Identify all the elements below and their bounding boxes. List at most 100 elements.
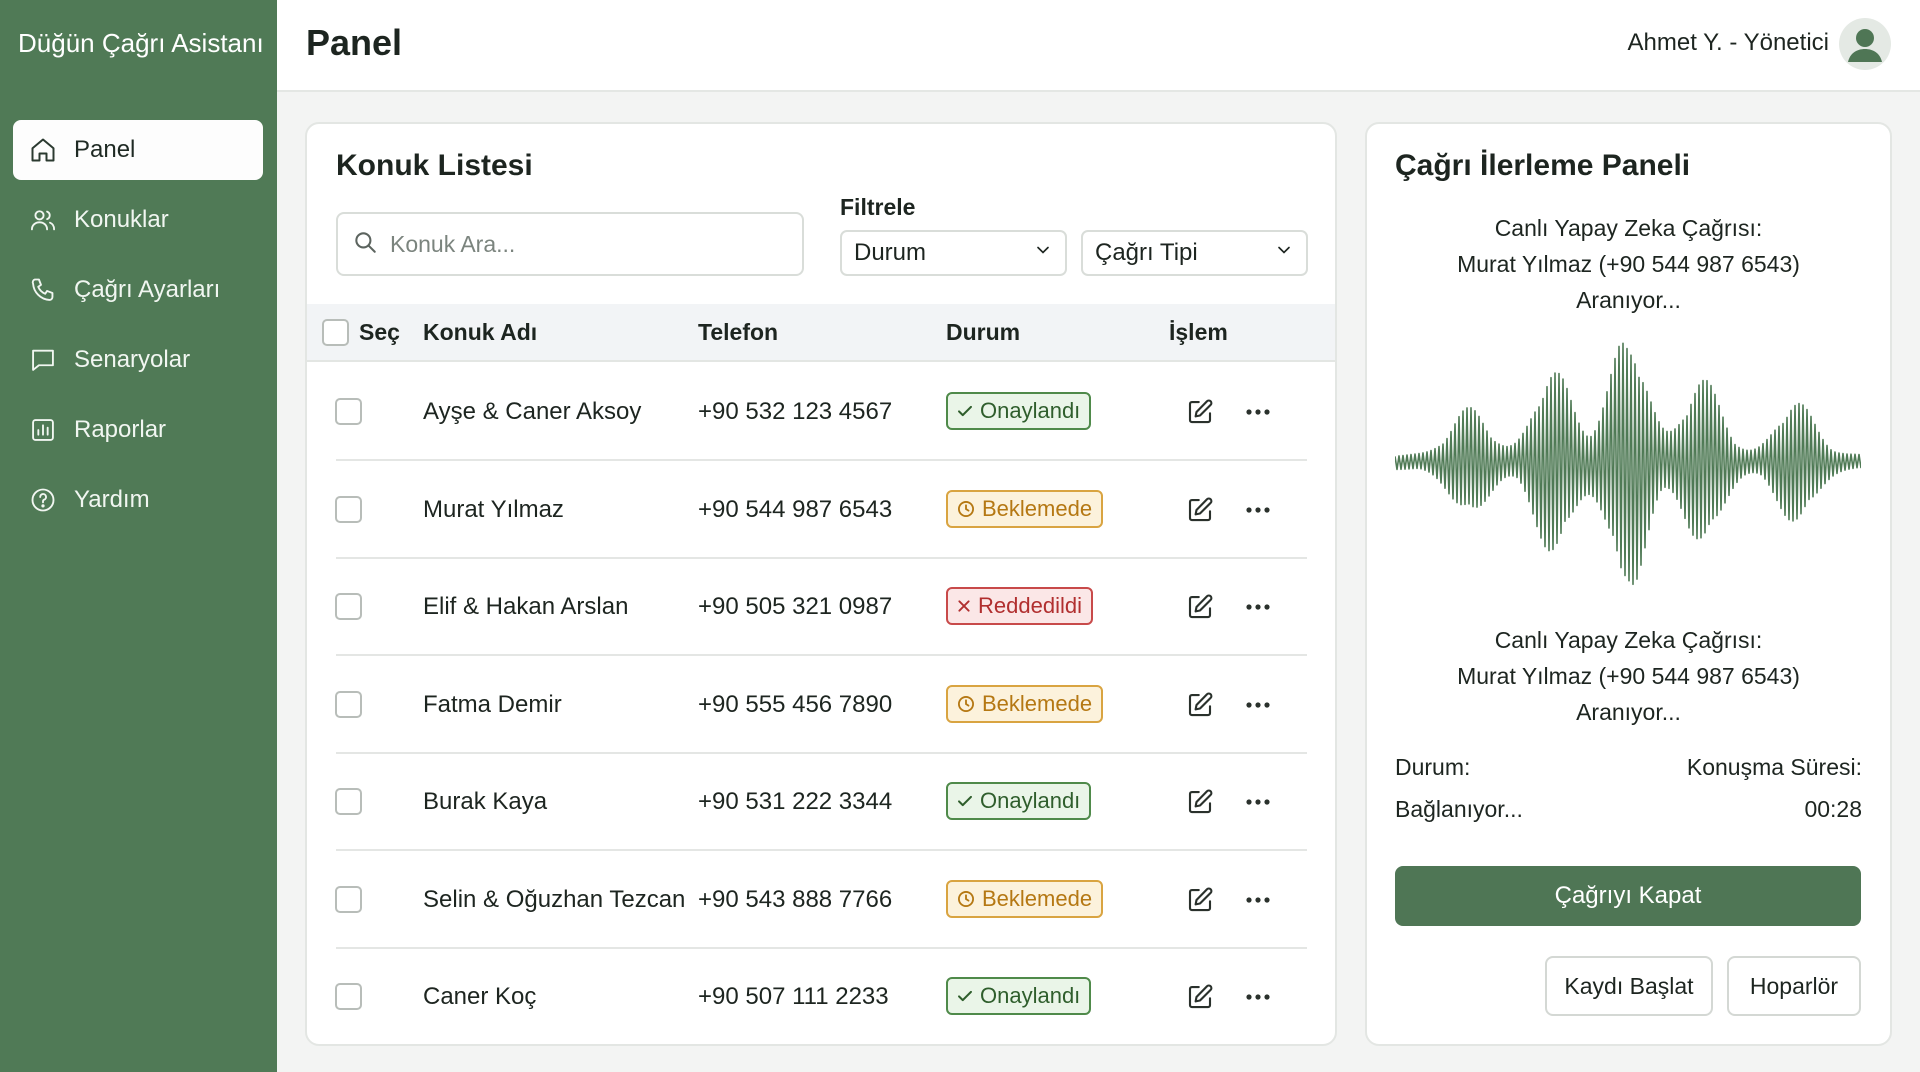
- status-badge-label: Beklemede: [982, 690, 1093, 716]
- sidebar-item-senaryolar[interactable]: Senaryolar: [13, 330, 263, 390]
- edit-icon[interactable]: [1185, 690, 1215, 720]
- more-options-icon[interactable]: [1243, 690, 1273, 720]
- status-badge: Onaylandı: [946, 392, 1092, 430]
- sidebar-item-label: Konuklar: [74, 206, 169, 233]
- select-all-checkbox[interactable]: [322, 319, 349, 346]
- guest-name: Burak Kaya: [423, 788, 548, 815]
- guest-phone: +90 555 456 7890: [698, 690, 893, 718]
- sidebar-item-yardim[interactable]: Yardım: [13, 470, 263, 530]
- sidebar-item-konuklar[interactable]: Konuklar: [13, 190, 263, 250]
- status-label: Durum:: [1395, 754, 1471, 780]
- top-header: Panel Ahmet Y. - Yönetici: [277, 0, 1920, 92]
- edit-icon[interactable]: [1185, 397, 1215, 427]
- guest-name: Murat Yılmaz: [423, 495, 564, 523]
- guest-name: Selin & Oğuzhan Tezcan: [423, 885, 686, 913]
- status-badge: Beklemede: [946, 489, 1104, 528]
- search-icon: [352, 229, 378, 260]
- row-checkbox[interactable]: [335, 983, 362, 1010]
- table-row: Murat Yılmaz +90 544 987 6543 Beklemede: [307, 462, 1335, 559]
- start-recording-button[interactable]: Kaydı Başlat: [1545, 956, 1713, 1016]
- x-icon: [956, 598, 972, 614]
- chevron-down-icon: [1274, 239, 1294, 267]
- check-icon: [956, 987, 974, 1005]
- speaker-button[interactable]: Hoparlör: [1727, 956, 1861, 1016]
- edit-icon[interactable]: [1185, 495, 1215, 525]
- row-checkbox[interactable]: [335, 495, 362, 523]
- status-badge-label: Onaylandı: [980, 398, 1081, 423]
- call-info-top: Canlı Yapay Zeka Çağrısı: Murat Yılmaz (…: [1367, 210, 1890, 318]
- clock-icon: [956, 694, 976, 714]
- sidebar-item-raporlar[interactable]: Raporlar: [13, 400, 263, 460]
- phone-icon: [29, 276, 57, 304]
- guest-phone: +90 544 987 6543: [698, 495, 893, 523]
- more-options-icon[interactable]: [1243, 495, 1273, 525]
- status-badge: Onaylandı: [946, 782, 1092, 820]
- waveform-line: [1395, 342, 1861, 586]
- column-header-phone[interactable]: Telefon: [698, 319, 778, 346]
- call-type-filter-select[interactable]: Çağrı Tipi: [1081, 230, 1308, 276]
- row-checkbox[interactable]: [335, 788, 362, 815]
- call-target-text: Murat Yılmaz (+90 544 987 6543): [1457, 251, 1800, 277]
- home-icon: [29, 136, 57, 164]
- sidebar-item-label: Raporlar: [74, 416, 167, 443]
- guest-phone: +90 507 111 2233: [698, 983, 889, 1010]
- guest-list-title: Konuk Listesi: [336, 149, 533, 182]
- page-title: Panel: [306, 22, 403, 63]
- edit-icon[interactable]: [1185, 592, 1215, 622]
- status-badge-label: Onaylandı: [980, 983, 1081, 1008]
- guest-phone: +90 543 888 7766: [698, 885, 893, 913]
- table-row: Caner Koç +90 507 111 2233 Onaylandı: [307, 949, 1335, 1046]
- search-input[interactable]: [390, 230, 790, 258]
- status-badge: Reddedildi: [946, 587, 1093, 625]
- call-type-text: Canlı Yapay Zeka Çağrısı:: [1494, 215, 1763, 241]
- guest-name: Fatma Demir: [423, 690, 562, 718]
- guest-name: Ayşe & Caner Aksoy: [423, 398, 642, 425]
- guest-phone: +90 505 321 0987: [698, 593, 893, 620]
- column-header-status[interactable]: Durum: [946, 319, 1020, 346]
- more-options-icon[interactable]: [1243, 592, 1273, 622]
- status-filter-select[interactable]: Durum: [840, 230, 1067, 276]
- row-checkbox[interactable]: [335, 690, 362, 718]
- status-badge-label: Reddedildi: [978, 593, 1082, 618]
- guest-list-card: Konuk Listesi Filtrele Durum Çağrı Tipi …: [305, 122, 1337, 1046]
- table-row: Ayşe & Caner Aksoy +90 532 123 4567 Onayla…: [307, 364, 1335, 461]
- sidebar-item-panel[interactable]: Panel: [13, 120, 263, 180]
- table-header: Seç Konuk Adı Telefon Durum İşlem: [307, 304, 1335, 362]
- search-box: [336, 212, 804, 276]
- duration-label: Konuşma Süresi:: [1686, 754, 1862, 780]
- call-info-bottom: Canlı Yapay Zeka Çağrısı: Murat Yılmaz (…: [1367, 622, 1890, 730]
- check-icon: [956, 402, 974, 420]
- row-checkbox[interactable]: [335, 885, 362, 913]
- status-badge: Onaylandı: [946, 977, 1092, 1015]
- guest-name: Caner Koç: [423, 983, 537, 1010]
- sidebar-item-cagri-ayarlari[interactable]: Çağrı Ayarları: [13, 260, 263, 320]
- row-checkbox[interactable]: [335, 398, 362, 425]
- help-icon: [29, 486, 57, 514]
- row-checkbox[interactable]: [335, 593, 362, 620]
- more-options-icon[interactable]: [1243, 982, 1273, 1012]
- column-header-name[interactable]: Konuk Adı: [423, 319, 537, 346]
- sidebar-item-label: Panel: [74, 136, 136, 163]
- more-options-icon[interactable]: [1243, 397, 1273, 427]
- edit-icon[interactable]: [1185, 787, 1215, 817]
- more-options-icon[interactable]: [1243, 885, 1273, 915]
- chart-icon: [29, 416, 57, 444]
- check-icon: [956, 792, 974, 810]
- end-call-button[interactable]: Çağrıyı Kapat: [1395, 866, 1861, 926]
- edit-icon[interactable]: [1185, 982, 1215, 1012]
- users-icon: [29, 206, 57, 234]
- status-value: Bağlanıyor...: [1395, 796, 1523, 822]
- status-filter-value: Durum: [854, 239, 927, 266]
- guest-phone: +90 531 222 3344: [698, 788, 893, 815]
- more-options-icon[interactable]: [1243, 787, 1273, 817]
- user-name[interactable]: Ahmet Y. - Yönetici: [1628, 29, 1829, 57]
- row-divider: [336, 1044, 1307, 1046]
- guest-phone: +90 532 123 4567: [698, 398, 893, 425]
- filter-label: Filtrele: [840, 194, 916, 220]
- table-row: Elif & Hakan Arslan +90 505 321 0987 Redde…: [307, 559, 1335, 656]
- user-avatar-icon[interactable]: [1839, 18, 1891, 70]
- sidebar-item-label: Çağrı Ayarları: [74, 276, 221, 303]
- sidebar-nav: Panel Konuklar Çağrı Ayarları Senaryolar…: [13, 120, 263, 540]
- edit-icon[interactable]: [1185, 885, 1215, 915]
- sidebar-item-label: Yardım: [74, 486, 150, 513]
